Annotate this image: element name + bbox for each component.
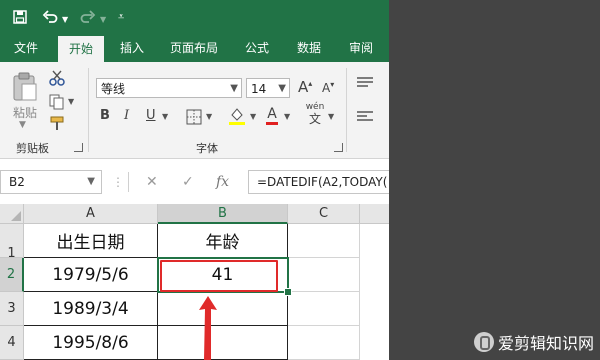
tab-insert[interactable]: 插入 [110, 34, 154, 62]
cell-b1[interactable]: 年龄 [158, 224, 288, 258]
font-launcher-icon[interactable] [334, 143, 343, 152]
watermark: 爱剪辑知识网 [473, 330, 594, 354]
insert-function-icon[interactable]: fx [216, 174, 229, 190]
font-size-combo[interactable]: 14 ▼ [246, 78, 290, 98]
group-separator [88, 68, 89, 152]
cell-a4[interactable]: 1995/8/6 [24, 326, 158, 360]
grow-font-icon[interactable]: A▴ [298, 78, 312, 96]
cell-c2[interactable] [288, 258, 360, 292]
italic-button[interactable]: I [124, 108, 129, 123]
paste-dropdown-icon[interactable]: ▼ [19, 120, 26, 130]
clipboard-group-label: 剪贴板 [16, 142, 49, 155]
cut-icon[interactable] [48, 70, 66, 86]
format-painter-icon[interactable] [48, 116, 66, 132]
font-name-value: 等线 [101, 82, 126, 96]
fill-color-dropdown-icon[interactable]: ▼ [250, 112, 256, 121]
ribbon-tabs: 文件 开始 插入 页面布局 公式 数据 审阅 [0, 34, 389, 62]
phonetic-glyph: wén [305, 102, 325, 112]
column-header-c[interactable]: C [288, 204, 360, 224]
tab-file[interactable]: 文件 [4, 34, 48, 62]
cell-b4[interactable] [158, 326, 288, 360]
customize-icon[interactable]: ⩡ [118, 9, 124, 25]
font-name-combo[interactable]: 等线 ▼ [96, 78, 242, 98]
group-separator [346, 68, 347, 152]
cell-c3[interactable] [288, 292, 360, 326]
row-header-2[interactable]: 2 [0, 258, 24, 292]
ribbon: 粘贴 ▼ ▼ 剪贴板 等线 ▼ 14 ▼ A▴ A▾ B I U ▼ ▼ ▼ A… [0, 62, 389, 159]
font-color-button[interactable]: A [266, 106, 278, 125]
column-header-a[interactable]: A [24, 204, 158, 224]
name-box-value: B2 [9, 175, 25, 189]
cell-c1[interactable] [288, 224, 360, 258]
shrink-font-icon[interactable]: A▾ [322, 80, 334, 95]
highlight-box [160, 260, 278, 292]
cell-a2[interactable]: 1979/5/6 [24, 258, 158, 292]
enter-icon[interactable]: ✓ [182, 174, 194, 190]
cell-c4[interactable] [288, 326, 360, 360]
formula-bar-grip-icon[interactable]: ⋮ [112, 174, 124, 190]
phonetic-dropdown-icon[interactable]: ▼ [328, 112, 334, 121]
column-header-d[interactable] [360, 204, 389, 224]
excel-window: ▼ ▼ ⩡ 文件 开始 插入 页面布局 公式 数据 审阅 粘贴 ▼ ▼ 剪贴板 … [0, 0, 389, 360]
fill-color-icon[interactable] [228, 106, 246, 126]
phonetic-button[interactable]: wén 文 [304, 102, 326, 126]
quick-access-toolbar: ▼ ▼ ⩡ [0, 0, 389, 34]
tab-home[interactable]: 开始 [58, 36, 104, 62]
column-header-b[interactable]: B [158, 204, 288, 224]
copy-icon[interactable] [48, 94, 66, 110]
copy-dropdown-icon[interactable]: ▼ [68, 97, 74, 106]
phonetic-sub: 文 [308, 112, 321, 126]
watermark-logo-icon [473, 332, 494, 352]
clipboard-launcher-icon[interactable] [74, 143, 83, 152]
paste-label[interactable]: 粘贴 [10, 104, 40, 121]
formula-input[interactable]: =DATEDIF(A2,TODAY( [248, 170, 389, 194]
row-header-1[interactable]: 1 [0, 224, 24, 261]
formula-bar: B2 ▼ ⋮ ✕ ✓ fx =DATEDIF(A2,TODAY( [0, 164, 389, 200]
row-header-3[interactable]: 3 [0, 292, 24, 326]
row-header-4[interactable]: 4 [0, 326, 24, 360]
tab-review[interactable]: 审阅 [340, 34, 382, 62]
chevron-down-icon: ▼ [87, 176, 95, 187]
chevron-down-icon: ▼ [230, 83, 238, 94]
font-size-value: 14 [251, 82, 267, 96]
undo-dropdown-icon[interactable]: ▼ [62, 12, 68, 28]
align-left-icon[interactable] [356, 110, 374, 124]
name-box[interactable]: B2 ▼ [0, 170, 102, 194]
cancel-icon[interactable]: ✕ [146, 174, 158, 190]
redo-dropdown-icon[interactable]: ▼ [100, 12, 106, 28]
formula-separator [128, 172, 129, 192]
paste-icon[interactable] [10, 70, 40, 102]
redo-icon[interactable] [80, 9, 96, 25]
cell-b3[interactable] [158, 292, 288, 326]
borders-icon[interactable] [186, 109, 202, 125]
fill-handle[interactable] [284, 288, 292, 296]
watermark-text: 爱剪辑知识网 [497, 334, 594, 353]
font-group-label: 字体 [196, 142, 218, 155]
tab-formulas[interactable]: 公式 [236, 34, 278, 62]
undo-icon[interactable] [42, 9, 58, 25]
tab-page-layout[interactable]: 页面布局 [162, 34, 226, 62]
chevron-down-icon: ▼ [278, 83, 286, 94]
cell-a1[interactable]: 出生日期 [24, 224, 158, 258]
align-top-icon[interactable] [356, 76, 374, 90]
dark-background-panel: 爱剪辑知识网 [389, 0, 600, 360]
tab-data[interactable]: 数据 [288, 34, 330, 62]
bold-button[interactable]: B [100, 108, 110, 123]
cell-a3[interactable]: 1989/3/4 [24, 292, 158, 326]
annotation-arrow-icon [199, 296, 217, 360]
font-color-dropdown-icon[interactable]: ▼ [284, 112, 290, 121]
worksheet-grid: A B C 1 2 3 4 出生日期 年龄 1979/5/6 41 1989/3… [0, 204, 389, 360]
underline-button[interactable]: U [146, 108, 156, 123]
save-icon[interactable] [12, 9, 28, 25]
underline-dropdown-icon[interactable]: ▼ [162, 112, 168, 121]
select-all-button[interactable] [0, 204, 24, 224]
borders-dropdown-icon[interactable]: ▼ [206, 112, 212, 121]
